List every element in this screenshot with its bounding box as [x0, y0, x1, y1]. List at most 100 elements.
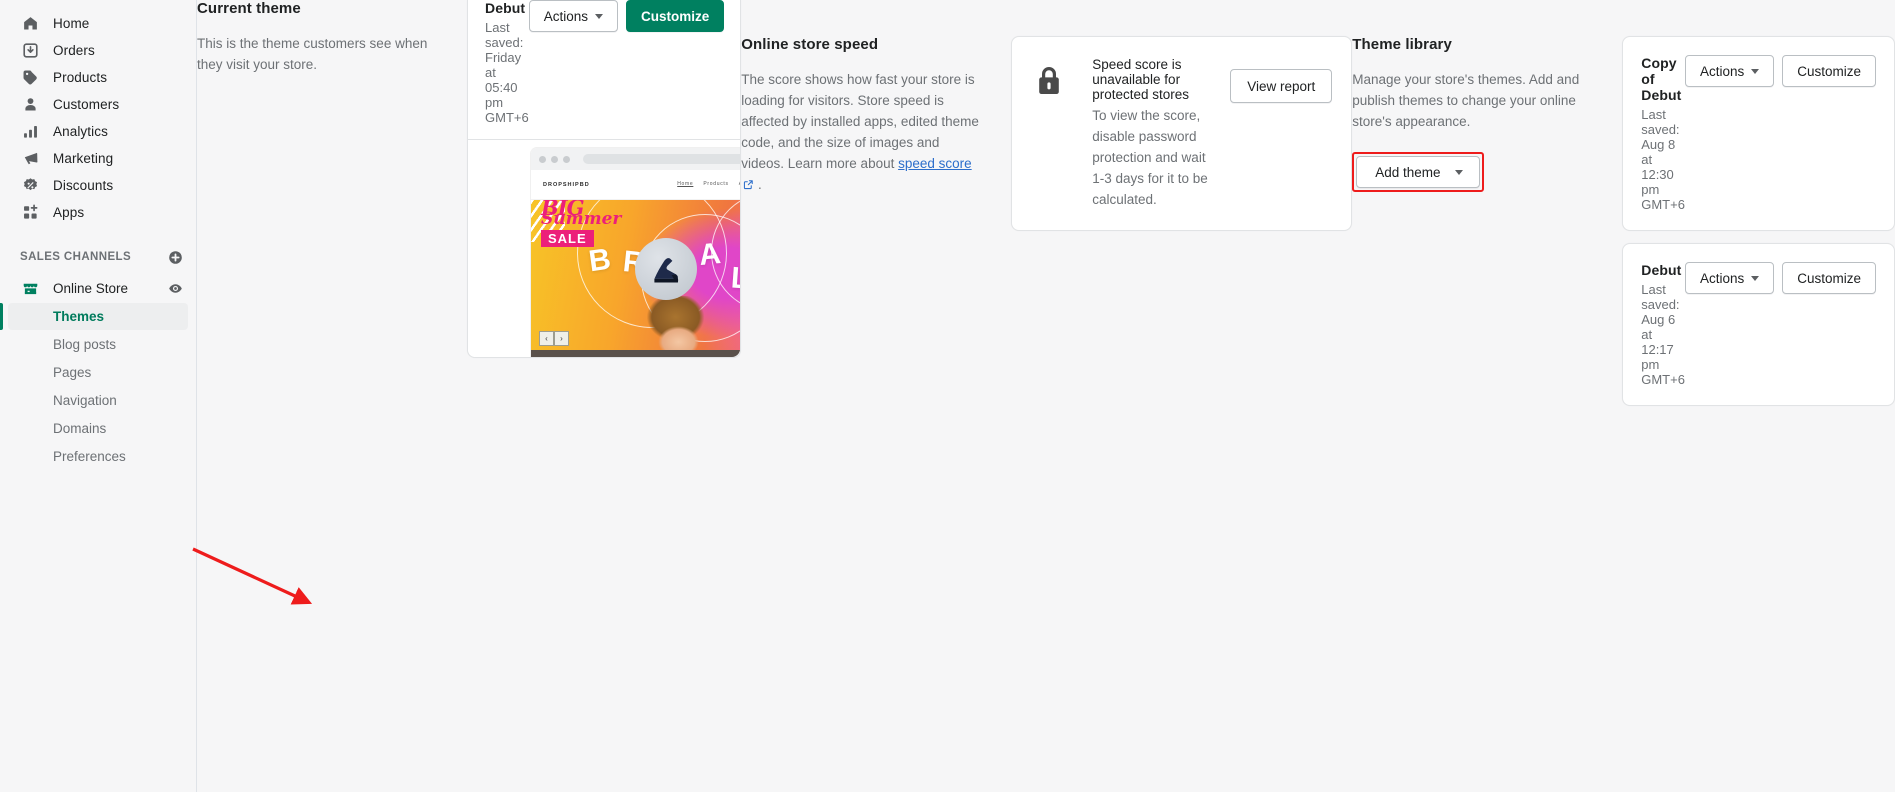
high-heel-shoe-icon	[654, 258, 679, 283]
view-report-wrap: View report	[1230, 57, 1333, 103]
sidebar-group-label: SALES CHANNELS	[20, 251, 132, 263]
sidebar-item-label: Orders	[53, 43, 95, 58]
sidebar-item-navigation[interactable]: Navigation	[8, 387, 188, 414]
carousel-prev-button[interactable]: ‹	[539, 331, 554, 346]
store-speed-description: The score shows how fast your store is l…	[741, 69, 981, 196]
preview-nav-link: Home	[677, 180, 694, 187]
store-speed-right: Speed score is unavailable for protected…	[1011, 36, 1353, 792]
preview-nav-links: Home Products About Contact us Blog	[677, 181, 740, 189]
products-tag-icon	[20, 68, 40, 88]
current-theme-name: Debut	[485, 0, 526, 16]
speed-score-banner: Speed score is unavailable for protected…	[1011, 36, 1353, 231]
theme-actions-button[interactable]: Actions	[1684, 262, 1775, 294]
carousel-next-button[interactable]: ›	[554, 331, 569, 346]
sidebar-item-marketing[interactable]: Marketing	[8, 145, 188, 172]
sidebar-item-customers[interactable]: Customers	[8, 91, 188, 118]
theme-customize-button[interactable]: Customize	[1782, 55, 1876, 87]
actions-label: Actions	[543, 8, 588, 24]
sidebar-item-label: Apps	[53, 205, 85, 220]
theme-item-buttons: Actions Customize	[1684, 262, 1876, 294]
store-speed-desc-2: .	[754, 177, 762, 192]
preview-footer-band	[531, 350, 741, 357]
hero-carousel-arrows[interactable]: ‹ ›	[539, 331, 569, 346]
theme-library-title: Theme library	[1352, 36, 1452, 53]
sidebar-item-domains[interactable]: Domains	[8, 415, 188, 442]
preview-site-nav: DROPSHIPBD Home Products About Contact u…	[531, 170, 741, 200]
plus-circle-icon[interactable]	[164, 246, 186, 268]
sidebar-subitem-label: Themes	[53, 309, 105, 324]
speed-banner-subtitle: To view the score, disable password prot…	[1092, 108, 1208, 207]
preview-store-logo: DROPSHIPBD	[543, 181, 590, 188]
speed-score-link[interactable]: speed score	[898, 156, 972, 171]
sidebar-item-label: Products	[53, 70, 108, 85]
current-theme-card: Debut Last saved: Friday at 05:40 pm GMT…	[467, 0, 742, 358]
sidebar-item-online-store[interactable]: Online Store	[8, 274, 188, 302]
speed-banner-text: Speed score is unavailable for protected…	[1078, 57, 1230, 210]
chevron-down-icon	[1751, 275, 1760, 281]
sidebar: Home Orders Products Customers Analytics…	[0, 0, 197, 792]
sidebar-item-preferences[interactable]: Preferences	[8, 443, 188, 470]
current-theme-section: Current theme This is the theme customer…	[197, 0, 742, 792]
store-speed-section: Online store speed The score shows how f…	[741, 0, 1353, 792]
hero-model-photo	[643, 296, 717, 352]
sidebar-subitem-label: Blog posts	[53, 337, 117, 352]
customers-person-icon	[20, 95, 40, 115]
sidebar-item-apps[interactable]: Apps	[8, 199, 188, 226]
desktop-preview: DROPSHIPBD Home Products About Contact u…	[531, 148, 741, 357]
hero-line2: Summer	[541, 209, 622, 229]
theme-customize-button[interactable]: Customize	[1782, 262, 1876, 294]
eye-icon[interactable]	[164, 277, 186, 299]
actions-label: Actions	[1699, 63, 1745, 79]
add-theme-button[interactable]: Add theme	[1356, 156, 1480, 188]
sidebar-item-blog-posts[interactable]: Blog posts	[8, 331, 188, 358]
sidebar-subitem-label: Preferences	[53, 449, 126, 464]
browser-chrome-bar	[531, 148, 741, 170]
theme-list-item: Copy of Debut Last saved: Aug 8 at 12:30…	[1622, 36, 1895, 231]
hero-sale-text: SALE	[541, 230, 594, 247]
apps-grid-plus-icon	[20, 203, 40, 223]
view-report-button[interactable]: View report	[1230, 69, 1333, 103]
sidebar-item-products[interactable]: Products	[8, 64, 188, 91]
hero-letter: B	[586, 242, 613, 279]
sidebar-item-themes[interactable]: Themes	[8, 303, 188, 330]
current-theme-buttons: Actions Customize	[528, 0, 725, 32]
home-icon	[20, 14, 40, 34]
current-theme-description: This is the theme customers see when the…	[197, 36, 428, 72]
sidebar-item-pages[interactable]: Pages	[8, 359, 188, 386]
sidebar-item-analytics[interactable]: Analytics	[8, 118, 188, 145]
sidebar-item-label: Marketing	[53, 151, 114, 166]
theme-preview[interactable]: DROPSHIPBD Home Products About Contact u…	[468, 139, 741, 357]
actions-label: Actions	[1699, 270, 1745, 286]
theme-item-info: Copy of Debut Last saved: Aug 8 at 12:30…	[1641, 55, 1685, 212]
sidebar-subitem-label: Pages	[53, 365, 92, 380]
hero-product-circle	[635, 238, 697, 300]
analytics-bars-icon	[20, 122, 40, 142]
current-theme-last-saved: Last saved: Friday at 05:40 pm GMT+6	[485, 20, 529, 125]
sidebar-item-label: Online Store	[53, 280, 129, 296]
theme-item-name: Debut	[1641, 262, 1682, 278]
add-theme-wrap: Add theme	[1352, 152, 1592, 192]
theme-library-section: Theme library Manage your store's themes…	[1352, 0, 1895, 792]
current-theme-left: Current theme This is the theme customer…	[197, 0, 467, 792]
current-theme-title: Current theme	[197, 0, 301, 17]
current-theme-right: Debut Last saved: Friday at 05:40 pm GMT…	[467, 0, 742, 792]
sidebar-subitem-label: Domains	[53, 421, 107, 436]
sidebar-subitem-label: Navigation	[53, 393, 117, 408]
current-theme-actions-button[interactable]: Actions	[528, 0, 618, 32]
add-theme-label: Add theme	[1375, 164, 1441, 180]
sidebar-item-home[interactable]: Home	[8, 10, 188, 37]
chevron-down-icon	[594, 13, 603, 19]
theme-item-last-saved: Last saved: Aug 6 at 12:17 pm GMT+6	[1641, 282, 1685, 387]
sidebar-item-label: Home	[53, 16, 90, 31]
current-theme-customize-button[interactable]: Customize	[625, 0, 725, 32]
current-theme-header: Debut Last saved: Friday at 05:40 pm GMT…	[468, 0, 740, 139]
theme-actions-button[interactable]: Actions	[1684, 55, 1775, 87]
sidebar-item-orders[interactable]: Orders	[8, 37, 188, 64]
sidebar-item-discounts[interactable]: Discounts	[8, 172, 188, 199]
browser-dot	[563, 155, 570, 163]
orders-icon	[20, 41, 40, 61]
theme-item-buttons: Actions Customize	[1684, 55, 1876, 87]
discounts-percent-icon	[20, 176, 40, 196]
add-theme-highlight: Add theme	[1352, 152, 1484, 192]
chevron-down-icon	[1454, 169, 1463, 175]
